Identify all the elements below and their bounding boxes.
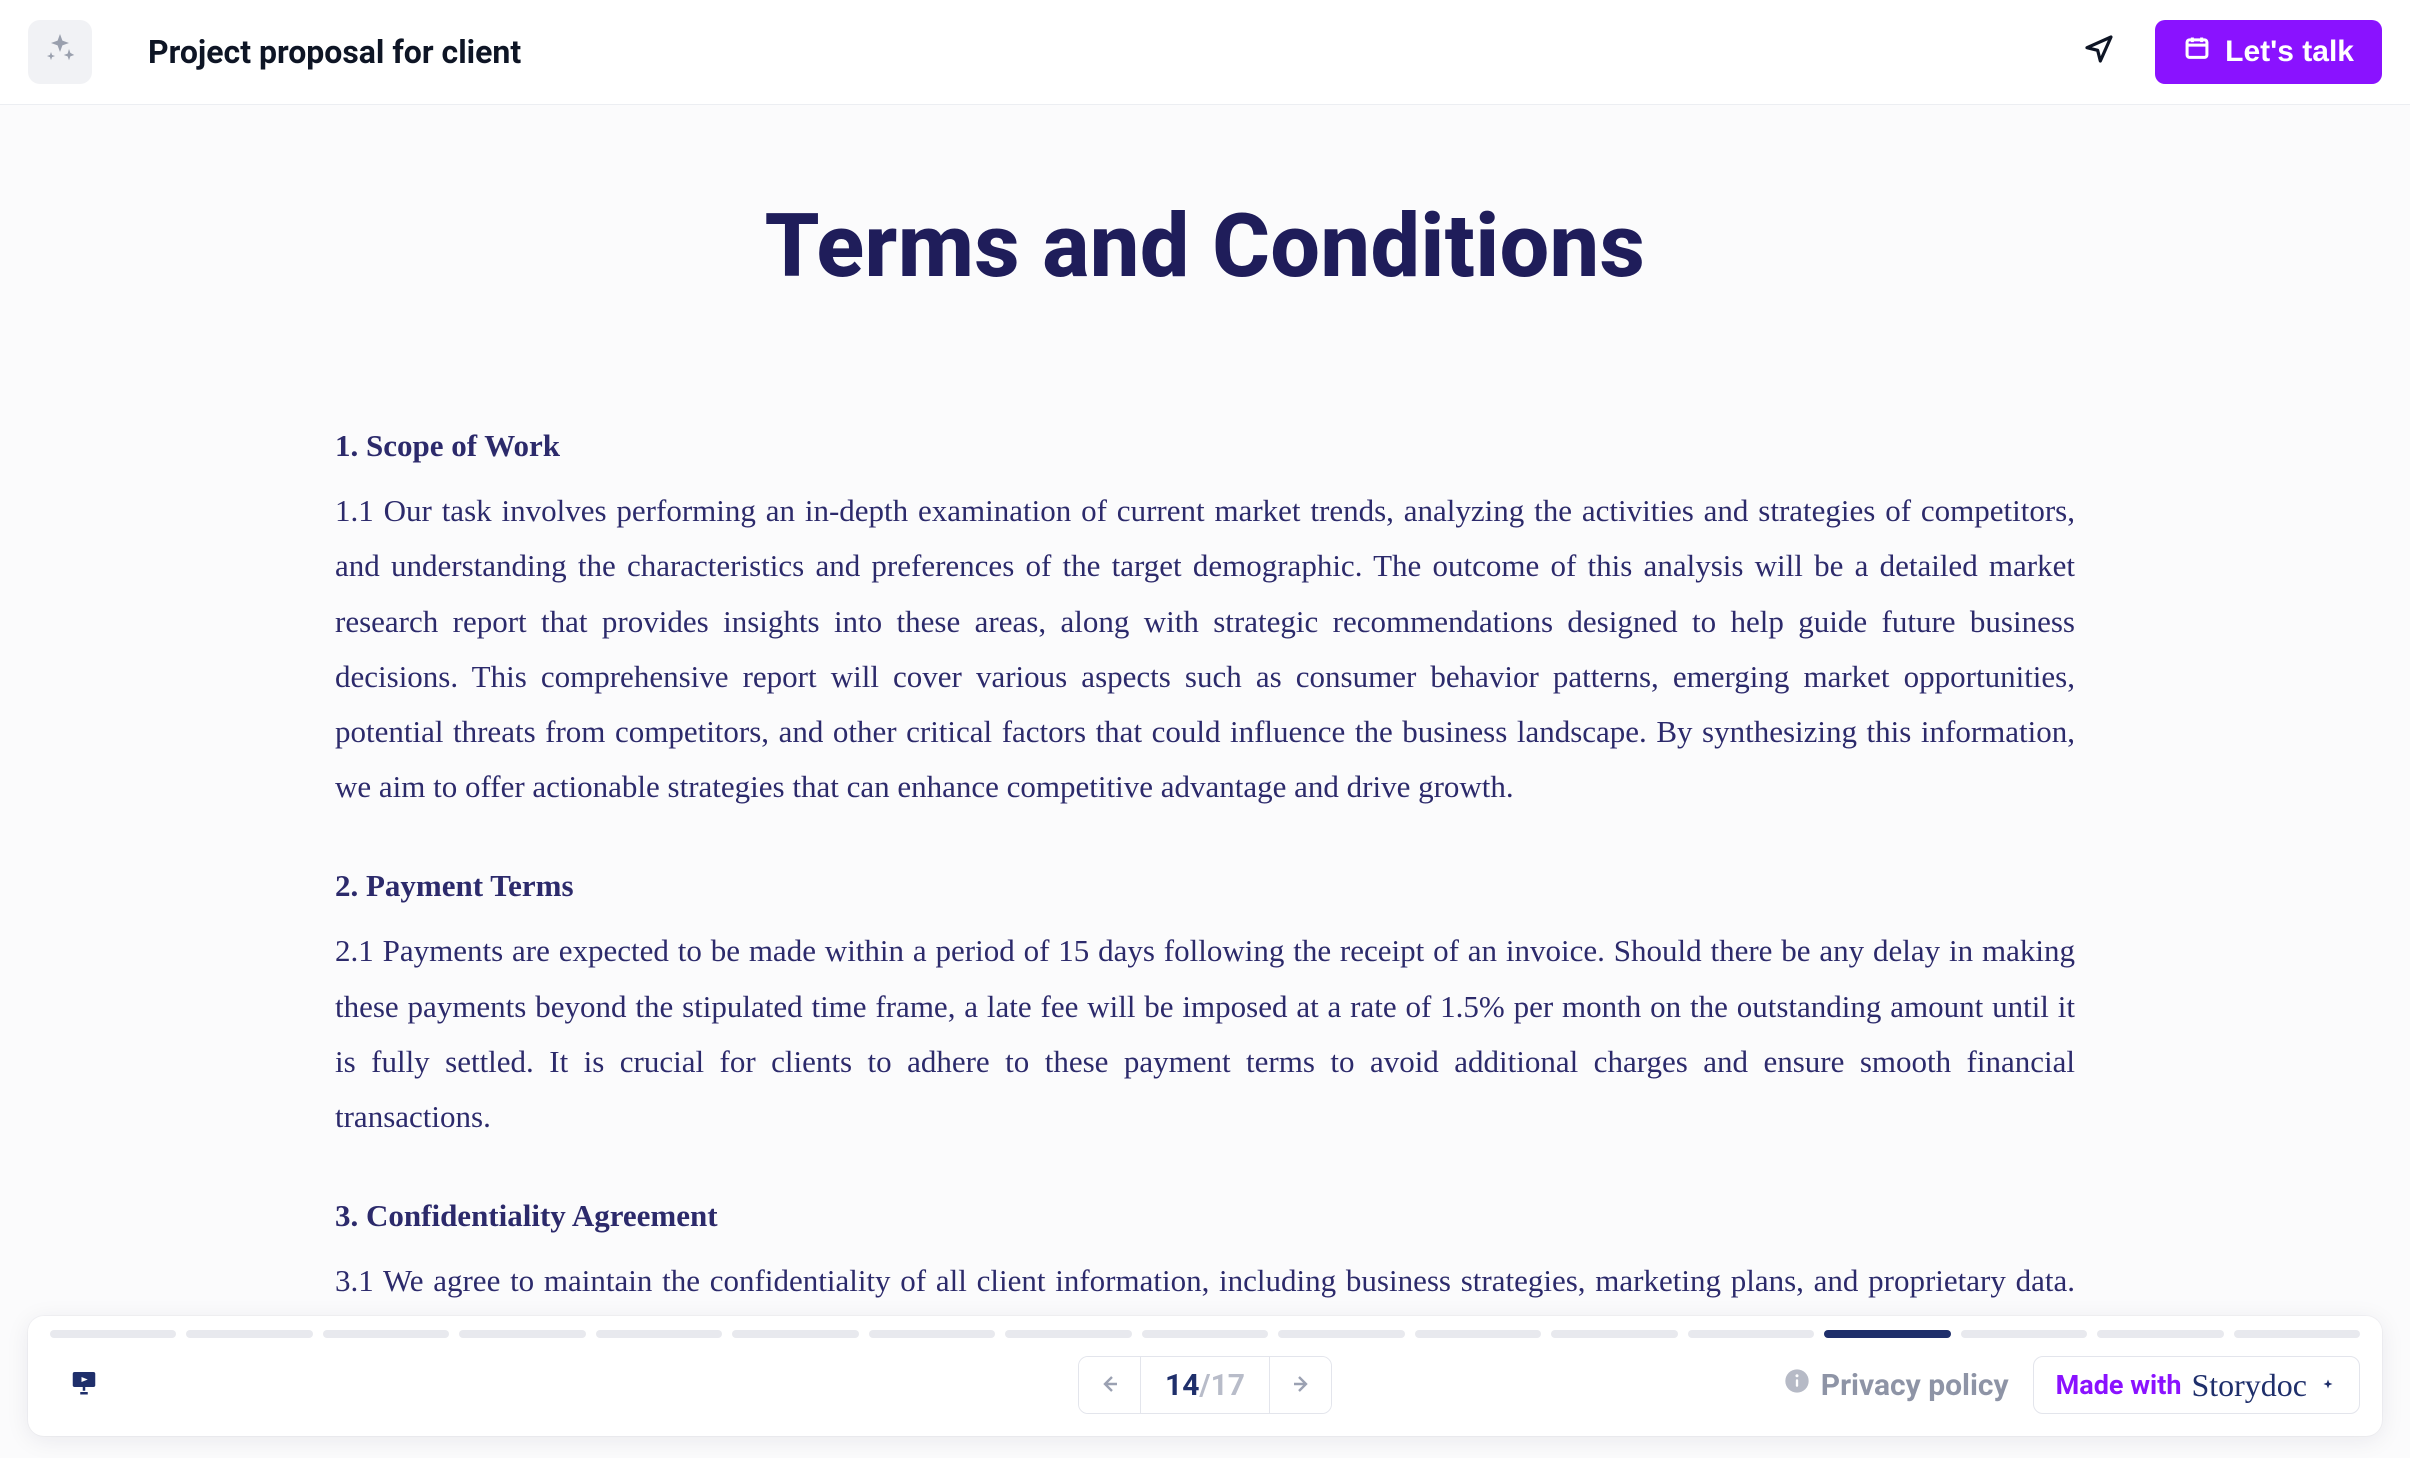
progress-segment[interactable] bbox=[1961, 1330, 2087, 1338]
pager: 14/17 bbox=[1078, 1356, 1332, 1414]
progress-segment[interactable] bbox=[459, 1330, 585, 1338]
progress-segment[interactable] bbox=[1688, 1330, 1814, 1338]
page-indicator: 14/17 bbox=[1141, 1357, 1269, 1413]
slide-progress[interactable] bbox=[50, 1330, 2360, 1338]
arrow-left-icon bbox=[1097, 1372, 1121, 1399]
section-heading: 1. Scope of Work bbox=[335, 418, 2075, 473]
page-content: Terms and Conditions 1. Scope of Work 1.1… bbox=[335, 105, 2075, 1458]
prev-slide-button[interactable] bbox=[1079, 1357, 1141, 1413]
progress-segment[interactable] bbox=[1824, 1330, 1950, 1338]
made-with-storydoc-link[interactable]: Made with Storydoc bbox=[2033, 1356, 2360, 1414]
bottom-bar: 14/17 Privacy policy Made with Storydoc bbox=[28, 1316, 2382, 1436]
progress-segment[interactable] bbox=[2097, 1330, 2223, 1338]
document-title: Project proposal for client bbox=[148, 33, 521, 71]
sparkle-icon bbox=[42, 31, 78, 74]
current-page: 14 bbox=[1165, 1368, 1199, 1403]
sparkle-icon bbox=[2317, 1369, 2337, 1401]
progress-segment[interactable] bbox=[1551, 1330, 1677, 1338]
page-separator: / bbox=[1199, 1368, 1210, 1403]
top-bar: Project proposal for client Let's talk bbox=[0, 0, 2410, 105]
page-title: Terms and Conditions bbox=[335, 195, 2075, 298]
storydoc-brand: Storydoc bbox=[2191, 1367, 2307, 1404]
made-with-label: Made with bbox=[2056, 1369, 2182, 1401]
share-button[interactable] bbox=[2071, 24, 2127, 80]
progress-segment[interactable] bbox=[2234, 1330, 2360, 1338]
progress-segment[interactable] bbox=[323, 1330, 449, 1338]
progress-segment[interactable] bbox=[1005, 1330, 1131, 1338]
privacy-policy-label: Privacy policy bbox=[1821, 1368, 2009, 1403]
total-pages: 17 bbox=[1211, 1368, 1245, 1403]
info-icon bbox=[1783, 1367, 1811, 1403]
section-heading: 3. Confidentiality Agreement bbox=[335, 1188, 2075, 1243]
present-button[interactable] bbox=[62, 1363, 106, 1407]
progress-segment[interactable] bbox=[732, 1330, 858, 1338]
section-heading: 2. Payment Terms bbox=[335, 858, 2075, 913]
terms-body: 1. Scope of Work 1.1 Our task involves pe… bbox=[335, 418, 2075, 1419]
progress-segment[interactable] bbox=[1415, 1330, 1541, 1338]
location-arrow-icon bbox=[2083, 33, 2115, 72]
next-slide-button[interactable] bbox=[1269, 1357, 1331, 1413]
presentation-icon bbox=[69, 1367, 99, 1404]
progress-segment[interactable] bbox=[1142, 1330, 1268, 1338]
section-body: 1.1 Our task involves performing an in-d… bbox=[335, 483, 2075, 814]
progress-segment[interactable] bbox=[869, 1330, 995, 1338]
app-logo bbox=[28, 20, 92, 84]
calendar-icon bbox=[2183, 34, 2211, 70]
page-scroll-area[interactable]: Terms and Conditions 1. Scope of Work 1.1… bbox=[0, 105, 2410, 1458]
progress-segment[interactable] bbox=[186, 1330, 312, 1338]
privacy-policy-link[interactable]: Privacy policy bbox=[1783, 1367, 2009, 1403]
lets-talk-button[interactable]: Let's talk bbox=[2155, 20, 2382, 84]
lets-talk-label: Let's talk bbox=[2225, 35, 2354, 69]
progress-segment[interactable] bbox=[50, 1330, 176, 1338]
section-body: 2.1 Payments are expected to be made wit… bbox=[335, 923, 2075, 1144]
arrow-right-icon bbox=[1289, 1372, 1313, 1399]
progress-segment[interactable] bbox=[596, 1330, 722, 1338]
progress-segment[interactable] bbox=[1278, 1330, 1404, 1338]
